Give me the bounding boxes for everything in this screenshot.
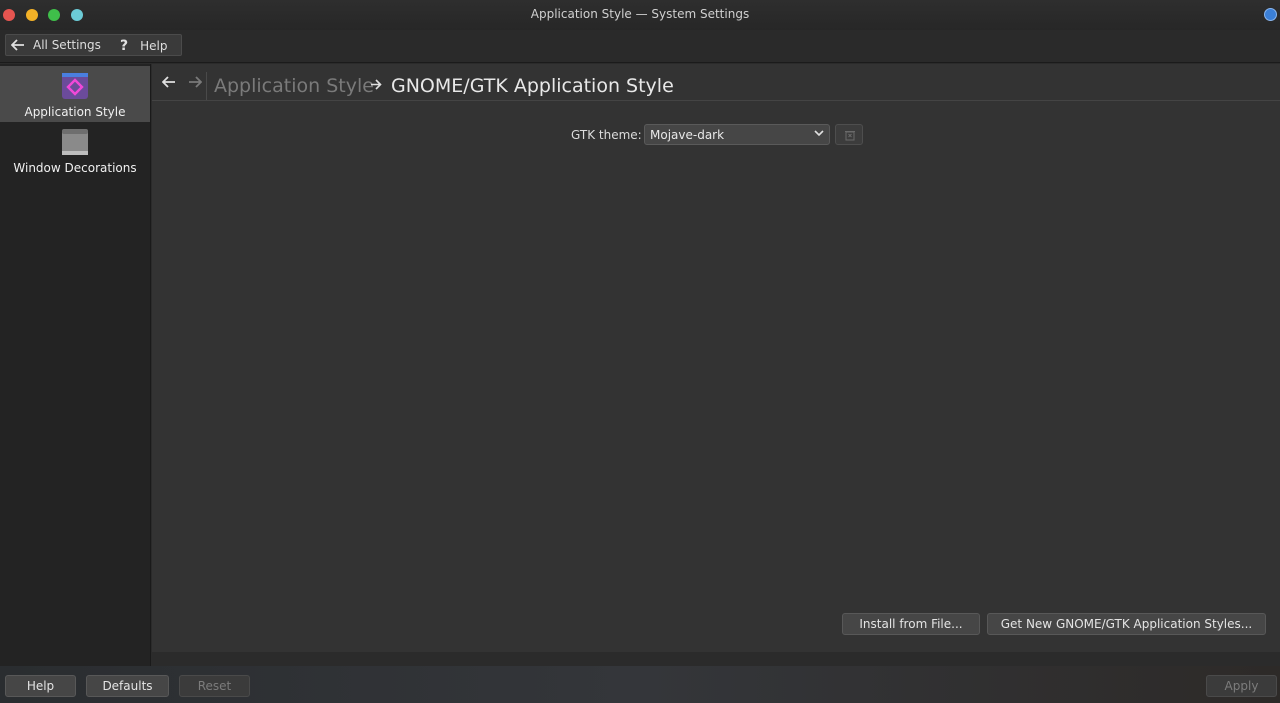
all-settings-label: All Settings xyxy=(33,38,101,52)
delete-theme-button[interactable] xyxy=(835,124,863,145)
window-menu-icon[interactable] xyxy=(1264,8,1277,21)
gtk-theme-label: GTK theme: xyxy=(571,128,642,142)
bottom-bar: Help Defaults Reset Apply xyxy=(0,666,1280,703)
title-bar: Application Style — System Settings xyxy=(0,0,1280,30)
install-from-file-button[interactable]: Install from File... xyxy=(842,613,980,635)
sidebar-item-label: Window Decorations xyxy=(13,161,137,175)
help-button[interactable]: ? Help xyxy=(120,38,167,54)
all-settings-button[interactable]: All Settings xyxy=(11,38,101,52)
sidebar-item-label: Application Style xyxy=(24,105,126,119)
back-arrow-icon xyxy=(11,39,24,51)
help-footer-button[interactable]: Help xyxy=(5,675,76,697)
defaults-button[interactable]: Defaults xyxy=(86,675,169,697)
reset-button[interactable]: Reset xyxy=(179,675,250,697)
window-title: Application Style — System Settings xyxy=(530,7,750,21)
breadcrumb: Application Style GNOME/GTK Application … xyxy=(152,64,1280,101)
sidebar-item-window-decorations[interactable]: Window Decorations xyxy=(0,122,150,178)
breadcrumb-parent[interactable]: Application Style xyxy=(214,75,374,97)
trash-icon xyxy=(845,131,855,141)
breadcrumb-arrow-icon xyxy=(371,79,382,90)
main-content: Application Style GNOME/GTK Application … xyxy=(152,64,1280,652)
gtk-theme-value: Mojave-dark xyxy=(650,128,725,142)
forward-arrow-icon[interactable] xyxy=(188,76,202,88)
toolbar: All Settings ? Help xyxy=(0,30,1280,63)
apply-button[interactable]: Apply xyxy=(1206,675,1277,697)
page-title: GNOME/GTK Application Style xyxy=(391,75,674,97)
help-question-icon: ? xyxy=(120,38,129,54)
help-label: Help xyxy=(140,39,168,53)
application-style-icon xyxy=(62,73,88,99)
window-decorations-icon xyxy=(62,129,88,155)
sidebar: Application Style Window Decorations xyxy=(0,64,151,666)
sidebar-item-application-style[interactable]: Application Style xyxy=(0,66,150,122)
back-arrow-icon[interactable] xyxy=(162,76,176,88)
chevron-down-icon xyxy=(814,130,824,137)
breadcrumb-separator xyxy=(206,72,207,100)
gtk-theme-select[interactable]: Mojave-dark xyxy=(644,124,830,145)
get-new-styles-button[interactable]: Get New GNOME/GTK Application Styles... xyxy=(987,613,1266,635)
